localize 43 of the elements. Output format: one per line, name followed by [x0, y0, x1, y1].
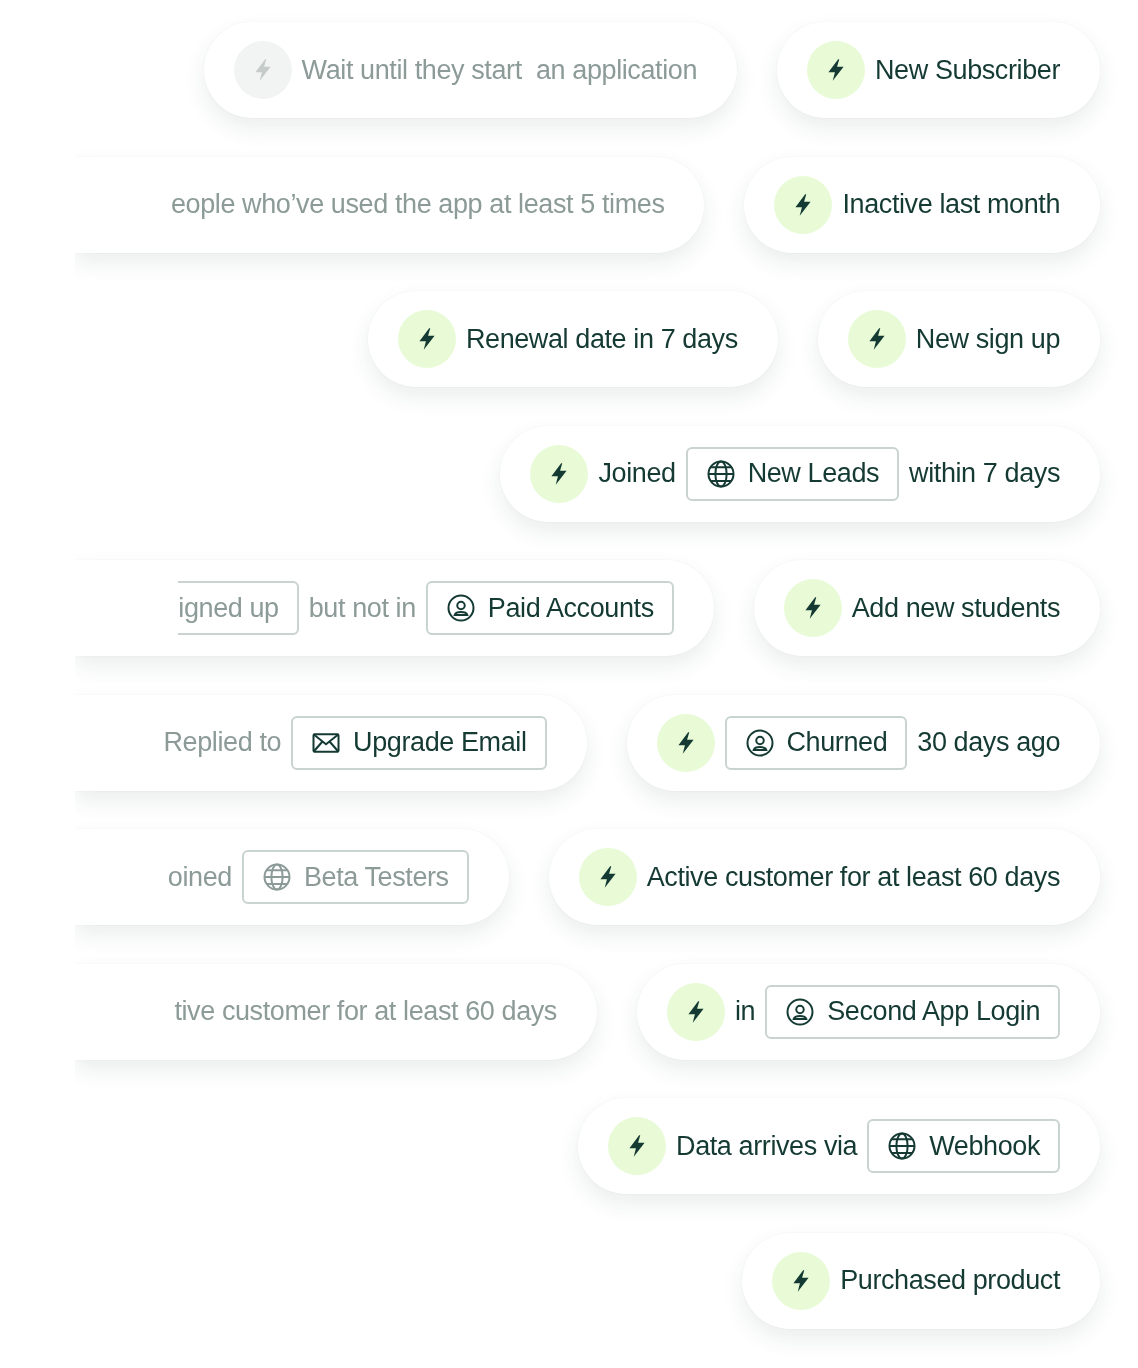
trigger-text: Add new students: [851, 592, 1060, 624]
trigger-pill[interactable]: New sign up: [817, 291, 1100, 387]
segment-tag[interactable]: Paid Accounts: [425, 581, 674, 635]
segment-tag[interactable]: Second App Login: [765, 984, 1060, 1039]
person-circle-icon: [744, 727, 775, 758]
globe-icon: [261, 862, 292, 892]
trigger-text: Data arrives via: [676, 1130, 858, 1162]
trigger-pill[interactable]: Renewal date in 7 days: [367, 291, 778, 387]
globe-icon: [705, 458, 736, 489]
trigger-text: oined: [167, 861, 232, 893]
trigger-pill[interactable]: in Second App Login: [637, 963, 1100, 1060]
trigger-text: Active customer for at least 60 days: [646, 861, 1060, 893]
segment-tag[interactable]: Webhook: [867, 1119, 1060, 1173]
trigger-text: Replied to: [163, 727, 282, 758]
trigger-text: in: [735, 996, 756, 1027]
trigger-text: New sign up: [915, 323, 1060, 355]
trigger-text: within 7 days: [909, 458, 1060, 489]
trigger-pill[interactable]: Churned 30 days ago: [626, 694, 1100, 791]
trigger-text: Inactive last month: [842, 189, 1060, 220]
trigger-pill[interactable]: Purchased product: [742, 1232, 1100, 1329]
trigger-text: tive customer for at least 60 days: [174, 996, 557, 1027]
globe-icon: [887, 1131, 918, 1161]
trigger-pill[interactable]: Add new students: [753, 560, 1100, 656]
trigger-text: eople who’ve used the app at least 5 times: [170, 189, 665, 220]
trigger-pill[interactable]: Replied to Upgrade Email: [75, 694, 587, 791]
trigger-text: Renewal date in 7 days: [465, 323, 738, 355]
trigger-pill[interactable]: Joined New Leads within 7 days: [500, 425, 1100, 522]
trigger-pill[interactable]: igned up but not in Paid Accounts: [75, 560, 714, 656]
trigger-text: 30 days ago: [917, 727, 1060, 758]
trigger-pill[interactable]: Inactive last month: [744, 156, 1100, 253]
segment-tag[interactable]: Upgrade Email: [291, 715, 547, 770]
trigger-text: Joined: [598, 458, 676, 489]
trigger-pill[interactable]: New Subscriber: [777, 22, 1100, 118]
trigger-pill[interactable]: Data arrives via Webhook: [578, 1098, 1100, 1194]
person-circle-icon: [445, 593, 476, 623]
segment-tag[interactable]: New Leads: [685, 446, 900, 501]
trigger-pill[interactable]: Active customer for at least 60 days: [548, 829, 1100, 925]
trigger-text: Wait until they start an application: [301, 54, 697, 86]
segment-tag[interactable]: Churned: [724, 715, 908, 770]
trigger-text: but not in: [308, 592, 416, 624]
trigger-text: Purchased product: [840, 1265, 1060, 1296]
person-circle-icon: [785, 996, 816, 1027]
trigger-text: New Subscriber: [875, 54, 1060, 86]
